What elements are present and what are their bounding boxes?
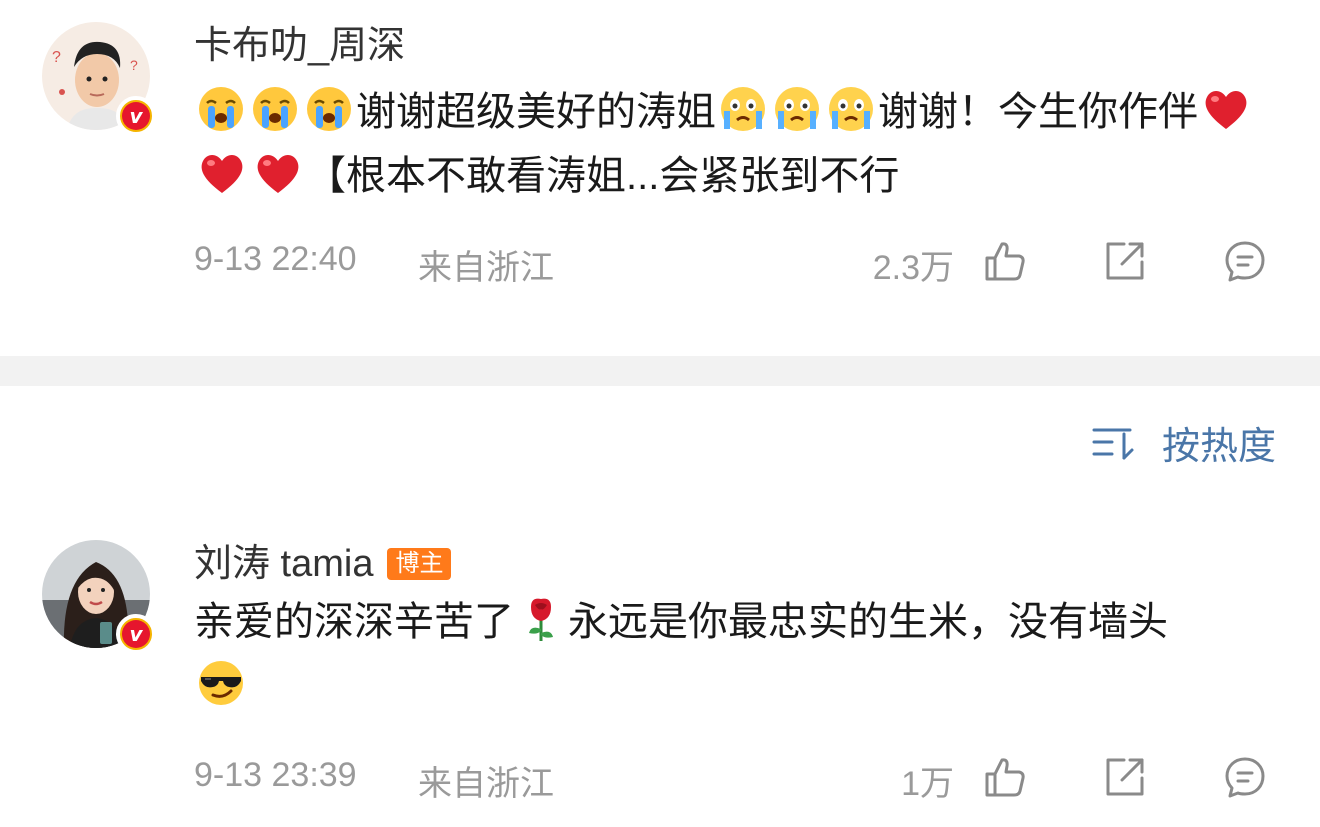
red-heart-emoji-icon bbox=[1201, 85, 1251, 133]
crying-emoji-icon bbox=[305, 85, 353, 133]
share-icon[interactable] bbox=[1102, 754, 1148, 800]
comment-text-part: 谢谢超级美好的涛姐 bbox=[356, 90, 716, 134]
comment-icon[interactable] bbox=[1222, 754, 1268, 800]
tears-emoji-icon bbox=[827, 85, 875, 133]
red-heart-emoji-icon bbox=[253, 149, 303, 197]
verified-badge-icon: v bbox=[116, 96, 156, 136]
like-count: 1万 bbox=[901, 765, 954, 803]
sunglasses-emoji-icon bbox=[197, 659, 245, 707]
sort-label[interactable]: 按热度 bbox=[1162, 415, 1276, 470]
crying-emoji-icon bbox=[197, 85, 245, 133]
meta-row: 9-13 22:40 来自浙江 2.3万 bbox=[194, 236, 1320, 287]
comment-text: 亲爱的深深辛苦了 永远是你最忠实的生米，没有墙头 bbox=[194, 590, 1284, 718]
section-divider bbox=[0, 356, 1320, 386]
blogger-tag-badge: 博主 bbox=[387, 548, 452, 580]
comment-text-part: 谢谢！今生你作伴 bbox=[878, 90, 1198, 134]
verified-badge-icon: v bbox=[116, 614, 156, 654]
timestamp: 9-13 23:39 bbox=[194, 756, 357, 794]
avatar[interactable]: v bbox=[42, 540, 156, 654]
comment-text: 谢谢超级美好的涛姐 谢谢！今生你作伴 【根本不敢看涛姐...会紧张到不行 bbox=[194, 80, 1284, 208]
comment-text-part: 【根本不敢看涛姐...会紧张到不行 bbox=[306, 154, 900, 198]
username[interactable]: 刘涛 tamia bbox=[194, 538, 373, 590]
avatar[interactable]: ? ? v bbox=[42, 22, 156, 136]
thumbs-up-icon[interactable] bbox=[982, 238, 1028, 284]
timestamp: 9-13 22:40 bbox=[194, 240, 357, 278]
name-row: 刘涛 tamia 博主 bbox=[194, 538, 452, 590]
comment-item: v 刘涛 tamia 博主 亲爱的深深辛苦了 永远是你最忠实的生米，没有墙头 9… bbox=[0, 520, 1320, 827]
comment-icon[interactable] bbox=[1222, 238, 1268, 284]
name-row: 卡布叻_周深 bbox=[194, 20, 405, 72]
tears-emoji-icon bbox=[719, 85, 767, 133]
thumbs-up-icon[interactable] bbox=[982, 754, 1028, 800]
share-icon[interactable] bbox=[1102, 238, 1148, 284]
sort-control[interactable]: 按热度 bbox=[1090, 412, 1276, 472]
comment-text-part: 亲爱的深深辛苦了 bbox=[194, 600, 514, 644]
location: 来自浙江 bbox=[418, 249, 554, 287]
like-count: 2.3万 bbox=[872, 249, 954, 287]
red-heart-emoji-icon bbox=[197, 149, 247, 197]
meta-row: 9-13 23:39 来自浙江 1万 bbox=[194, 752, 1320, 803]
svg-text:?: ? bbox=[52, 49, 61, 66]
svg-text:?: ? bbox=[130, 57, 138, 73]
sort-icon bbox=[1090, 422, 1138, 462]
location: 来自浙江 bbox=[418, 765, 554, 803]
crying-emoji-icon bbox=[251, 85, 299, 133]
comment-item: ? ? v 卡布叻_周深 谢谢超级美好的涛姐 谢谢！今生你作伴 【根本不敢看涛姐… bbox=[0, 0, 1320, 356]
tears-emoji-icon bbox=[773, 85, 821, 133]
comment-text-part: 永远是你最忠实的生米，没有墙头 bbox=[568, 600, 1168, 644]
username[interactable]: 卡布叻_周深 bbox=[194, 20, 405, 72]
rose-emoji-icon bbox=[517, 595, 565, 643]
